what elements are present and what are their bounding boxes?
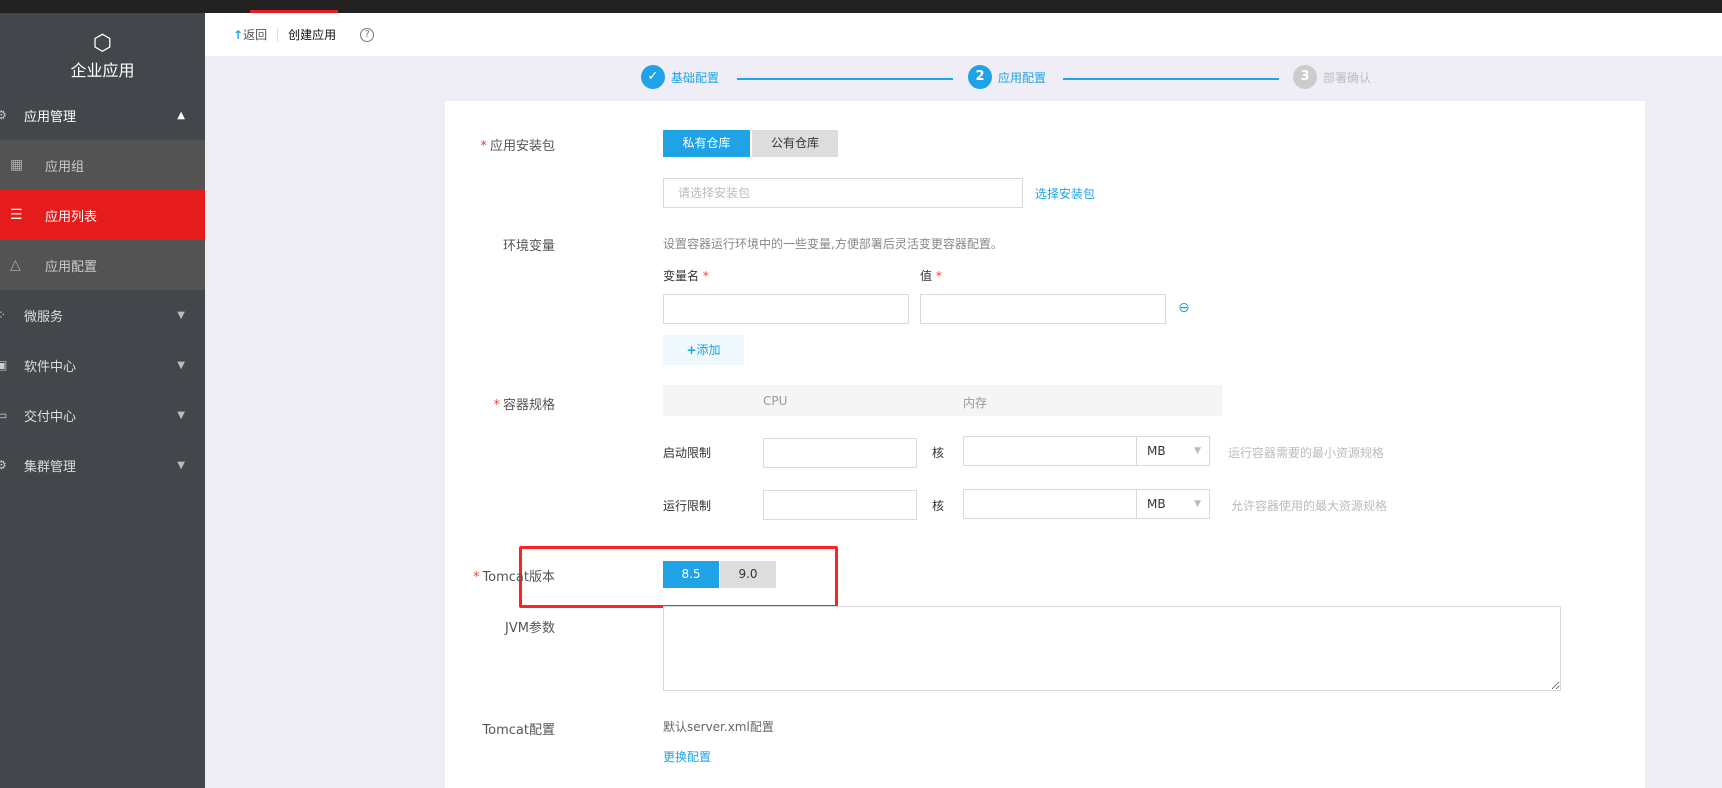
start-limit-label: 启动限制 xyxy=(663,446,712,460)
package-input[interactable]: 请选择安装包 xyxy=(663,178,1023,208)
label: 应用管理 xyxy=(24,109,77,125)
start-cpu-input[interactable] xyxy=(763,438,917,468)
run-cpu-input[interactable] xyxy=(763,490,917,520)
step-connector xyxy=(737,78,953,80)
run-memory-input[interactable] xyxy=(963,489,1137,519)
tomcat-9-0-button[interactable]: 9.0 xyxy=(720,561,776,588)
sidebar-group-cluster-management[interactable]: ⚙ 集群管理 ▼ xyxy=(0,440,205,490)
remove-row-icon[interactable]: ⊖ xyxy=(1178,300,1190,316)
top-bar xyxy=(0,0,1722,13)
select-package-link[interactable]: 选择安装包 xyxy=(1035,185,1095,202)
start-memory-input[interactable] xyxy=(963,436,1137,466)
step-label: 基础配置 xyxy=(671,70,720,85)
list-icon: ☰ xyxy=(10,207,23,223)
settings-icon: ⚙ xyxy=(0,108,7,122)
sidebar-group-microservice[interactable]: ⁘ 微服务 ▼ xyxy=(0,290,205,340)
private-repo-button[interactable]: 私有仓库 xyxy=(663,130,750,157)
caret-down-icon: ▼ xyxy=(177,459,185,471)
label: 应用配置 xyxy=(45,259,98,275)
triangle-nodes-icon: △ xyxy=(10,257,21,273)
form-card: * 应用安装包 私有仓库 公有仓库 请选择安装包 选择安装包 环境变量 设置容器运… xyxy=(445,101,1645,788)
check-icon: ✓ xyxy=(641,65,665,89)
add-env-button[interactable]: +添加 xyxy=(663,335,744,365)
run-limit-hint: 允许容器使用的最大资源规格 xyxy=(1231,499,1388,513)
label: 应用列表 xyxy=(45,209,98,225)
arrow-up-icon: ↑ xyxy=(233,28,244,42)
jvm-label: JVM参数 xyxy=(505,621,555,636)
cube-icon: ⬡ xyxy=(92,31,113,56)
env-label: 环境变量 xyxy=(502,239,555,254)
tomcat-config-value: 默认server.xml配置 xyxy=(663,720,774,734)
label: 微服务 xyxy=(24,309,64,325)
cpu-unit: 核 xyxy=(932,499,945,513)
sidebar-group-software-center[interactable]: ▣ 软件中心 ▼ xyxy=(0,340,205,390)
sidebar-item-app-config[interactable]: △ 应用配置 xyxy=(0,240,205,290)
page-header: ↑返回 创建应用 ? xyxy=(205,13,1722,56)
start-memory-unit-select[interactable]: MB ▼ xyxy=(1136,436,1210,466)
sidebar-item-app-list[interactable]: ☰ 应用列表 xyxy=(0,190,205,240)
sidebar-group-delivery-center[interactable]: ▭ 交付中心 ▼ xyxy=(0,390,205,440)
grid-icon: ▦ xyxy=(10,157,24,173)
back-button[interactable]: ↑返回 xyxy=(233,26,267,43)
step-number: 2 xyxy=(968,65,992,89)
page-title: 创建应用 xyxy=(288,28,337,42)
caret-down-icon: ▼ xyxy=(177,309,185,321)
step-label: 部署确认 xyxy=(1323,70,1372,85)
sidebar-group-app-management[interactable]: ⚙ 应用管理 ▲ xyxy=(0,90,205,140)
caret-down-icon: ▼ xyxy=(177,409,185,421)
spec-table-header: CPU 内存 xyxy=(663,385,1222,416)
label: 应用组 xyxy=(45,159,85,175)
step-connector xyxy=(1063,78,1279,80)
jvm-textarea[interactable] xyxy=(663,606,1561,691)
sidebar: ⬡ 企业应用 ⚙ 应用管理 ▲ ▦ 应用组 ☰ 应用列表 △ 应用配置 ⁘ 微服务 ▼ ▣ 软件… xyxy=(0,13,205,788)
caret-down-icon: ▼ xyxy=(1194,446,1201,456)
help-icon[interactable]: ? xyxy=(360,27,375,42)
box-icon: ▣ xyxy=(0,358,8,372)
tomcat-8-5-button[interactable]: 8.5 xyxy=(663,561,719,588)
caret-down-icon: ▼ xyxy=(1194,499,1201,509)
change-config-link[interactable]: 更换配置 xyxy=(663,748,711,765)
run-limit-label: 运行限制 xyxy=(663,499,712,513)
back-label: 返回 xyxy=(243,28,268,42)
step-label: 应用配置 xyxy=(998,70,1047,85)
cpu-unit: 核 xyxy=(932,446,945,460)
step-2: 2 应用配置 xyxy=(968,65,1046,89)
caret-down-icon: ▼ xyxy=(177,359,185,371)
caret-up-icon: ▲ xyxy=(177,109,185,121)
var-name-header: 变量名 * xyxy=(663,269,709,283)
run-memory-unit-select[interactable]: MB ▼ xyxy=(1136,489,1210,519)
var-value-header: 值 * xyxy=(920,269,942,283)
plus-icon: + xyxy=(686,343,697,357)
tomcat-config-label: Tomcat配置 xyxy=(482,723,555,738)
label: 软件中心 xyxy=(24,359,77,375)
sidebar-title: 企业应用 xyxy=(70,61,135,80)
spec-label: * 容器规格 xyxy=(493,398,555,413)
cpu-column: CPU xyxy=(763,394,788,408)
package-label: * 应用安装包 xyxy=(480,139,555,154)
var-name-input[interactable] xyxy=(663,294,909,324)
label: 交付中心 xyxy=(24,409,77,425)
public-repo-button[interactable]: 公有仓库 xyxy=(752,130,838,157)
step-1: ✓ 基础配置 xyxy=(641,65,719,89)
memory-column: 内存 xyxy=(963,396,988,410)
step-number: 3 xyxy=(1293,65,1317,89)
env-hint: 设置容器运行环境中的一些变量,方便部署后灵活变更容器配置。 xyxy=(663,237,1003,251)
label: 集群管理 xyxy=(24,459,77,475)
cluster-icon: ⚙ xyxy=(0,458,7,472)
monitor-icon: ▭ xyxy=(0,408,8,422)
divider xyxy=(277,27,279,42)
var-value-input[interactable] xyxy=(920,294,1166,324)
start-limit-hint: 运行容器需要的最小资源规格 xyxy=(1228,446,1385,460)
step-3: 3 部署确认 xyxy=(1293,65,1371,89)
sidebar-item-app-group[interactable]: ▦ 应用组 xyxy=(0,140,205,190)
nodes-icon: ⁘ xyxy=(0,308,6,322)
add-label: 添加 xyxy=(696,343,721,357)
tomcat-version-label: * Tomcat版本 xyxy=(472,570,555,585)
